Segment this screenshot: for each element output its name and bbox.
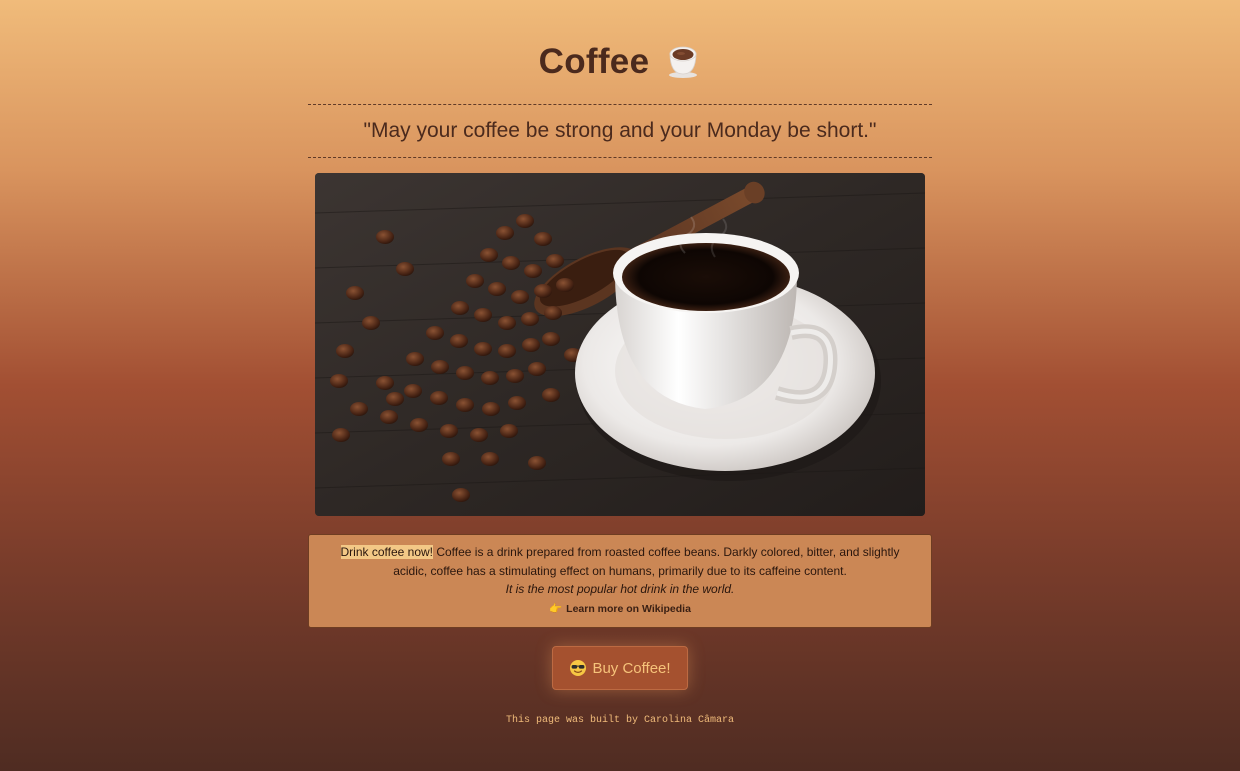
coffee-info-box: Drink coffee now! Coffee is a drink prep… [308,534,932,628]
wikipedia-link[interactable]: Learn more on Wikipedia [566,603,691,615]
info-body: Coffee is a drink prepared from roasted … [393,545,900,578]
button-wrap: Buy Coffee! [308,646,932,690]
page-container: Coffee "May your coffee be strong and yo… [308,0,932,726]
cta-highlight: Drink coffee now! [340,545,433,559]
title-row: Coffee [308,40,932,84]
footer-credit: This page was built by Carolina Câmara [505,715,735,726]
info-italic-fact: It is the most popular hot drink in the … [505,582,735,596]
hero-image [315,173,925,516]
info-paragraph: Drink coffee now! Coffee is a drink prep… [329,543,911,580]
pointing-hand-icon: 👉 [549,602,563,615]
coffee-cup-icon [665,44,701,80]
buy-coffee-label: Buy Coffee! [592,659,671,677]
divider-top [308,104,932,105]
tagline-quote: "May your coffee be strong and your Mond… [363,119,877,142]
page-title: Coffee [538,42,650,81]
wiki-line: 👉 Learn more on Wikipedia [329,600,911,619]
divider-bottom [308,157,932,158]
coffee-cup-and-beans-photo [315,173,925,516]
sunglasses-face-icon [569,659,587,677]
buy-coffee-button[interactable]: Buy Coffee! [552,646,688,690]
